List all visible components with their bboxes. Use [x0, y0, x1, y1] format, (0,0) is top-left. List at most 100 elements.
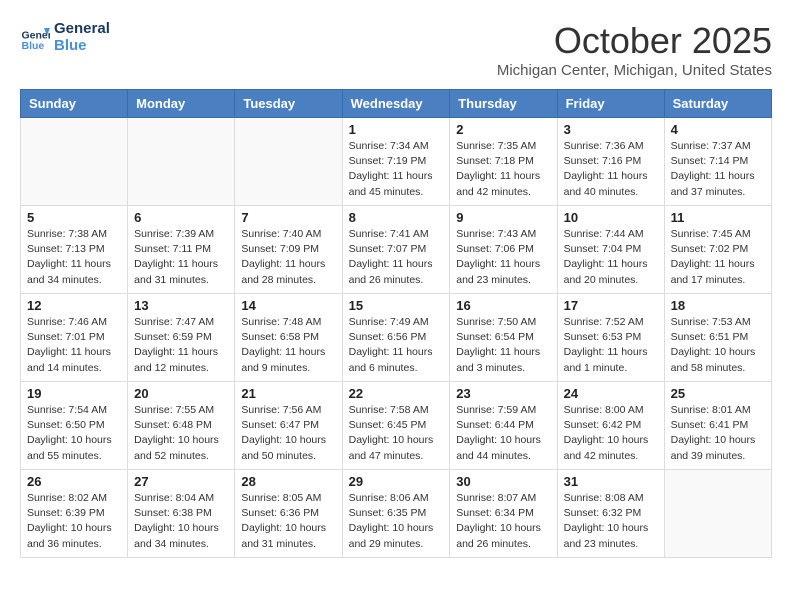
day-number: 26 — [27, 474, 121, 489]
day-detail: Sunrise: 7:46 AM Sunset: 7:01 PM Dayligh… — [27, 315, 121, 376]
day-detail: Sunrise: 8:06 AM Sunset: 6:35 PM Dayligh… — [349, 491, 444, 552]
day-detail: Sunrise: 7:48 AM Sunset: 6:58 PM Dayligh… — [241, 315, 335, 376]
calendar-cell: 5 Sunrise: 7:38 AM Sunset: 7:13 PM Daylig… — [21, 206, 128, 294]
calendar-cell: 7 Sunrise: 7:40 AM Sunset: 7:09 PM Daylig… — [235, 206, 342, 294]
day-number: 11 — [671, 210, 765, 225]
weekday-header-thursday: Thursday — [450, 90, 557, 118]
weekday-header-saturday: Saturday — [664, 90, 771, 118]
calendar-cell: 18 Sunrise: 7:53 AM Sunset: 6:51 PM Dayli… — [664, 294, 771, 382]
day-detail: Sunrise: 8:02 AM Sunset: 6:39 PM Dayligh… — [27, 491, 121, 552]
day-number: 1 — [349, 122, 444, 137]
calendar-cell: 27 Sunrise: 8:04 AM Sunset: 6:38 PM Dayli… — [128, 470, 235, 558]
logo: General Blue General Blue — [20, 20, 110, 54]
calendar-cell: 8Sunrise: 7:41 AM Sunset: 7:07 PM Daylig… — [342, 206, 450, 294]
month-title: October 2025 — [497, 20, 772, 62]
svg-text:Blue: Blue — [22, 40, 45, 52]
day-number: 22 — [349, 386, 444, 401]
day-detail: Sunrise: 7:53 AM Sunset: 6:51 PM Dayligh… — [671, 315, 765, 376]
calendar-cell: 24 Sunrise: 8:00 AM Sunset: 6:42 PM Dayli… — [557, 382, 664, 470]
day-number: 18 — [671, 298, 765, 313]
calendar-cell — [128, 118, 235, 206]
location: Michigan Center, Michigan, United States — [497, 62, 772, 79]
calendar-cell: 11 Sunrise: 7:45 AM Sunset: 7:02 PM Dayli… — [664, 206, 771, 294]
calendar-cell: 22 Sunrise: 7:58 AM Sunset: 6:45 PM Dayli… — [342, 382, 450, 470]
day-detail: Sunrise: 7:37 AM Sunset: 7:14 PM Dayligh… — [671, 139, 765, 200]
day-detail: Sunrise: 7:56 AM Sunset: 6:47 PM Dayligh… — [241, 403, 335, 464]
calendar-cell: 30 Sunrise: 8:07 AM Sunset: 6:34 PM Dayli… — [450, 470, 557, 558]
calendar-table: SundayMondayTuesdayWednesdayThursdayFrid… — [20, 89, 772, 558]
weekday-header-friday: Friday — [557, 90, 664, 118]
day-detail: Sunrise: 7:55 AM Sunset: 6:48 PM Dayligh… — [134, 403, 228, 464]
day-detail: Sunrise: 7:40 AM Sunset: 7:09 PM Dayligh… — [241, 227, 335, 288]
day-number: 13 — [134, 298, 228, 313]
week-row-4: 19 Sunrise: 7:54 AM Sunset: 6:50 PM Dayli… — [21, 382, 772, 470]
logo-line2: Blue — [54, 37, 110, 54]
day-detail: Sunrise: 7:47 AM Sunset: 6:59 PM Dayligh… — [134, 315, 228, 376]
weekday-header-monday: Monday — [128, 90, 235, 118]
day-number: 4 — [671, 122, 765, 137]
calendar-cell — [664, 470, 771, 558]
day-number: 23 — [456, 386, 550, 401]
day-number: 6 — [134, 210, 228, 225]
day-number: 24 — [564, 386, 658, 401]
calendar-cell: 21Sunrise: 7:56 AM Sunset: 6:47 PM Dayli… — [235, 382, 342, 470]
day-detail: Sunrise: 8:00 AM Sunset: 6:42 PM Dayligh… — [564, 403, 658, 464]
day-number: 5 — [27, 210, 121, 225]
calendar-cell: 12 Sunrise: 7:46 AM Sunset: 7:01 PM Dayli… — [21, 294, 128, 382]
day-number: 20 — [134, 386, 228, 401]
day-number: 19 — [27, 386, 121, 401]
day-number: 10 — [564, 210, 658, 225]
weekday-header-wednesday: Wednesday — [342, 90, 450, 118]
day-detail: Sunrise: 7:58 AM Sunset: 6:45 PM Dayligh… — [349, 403, 444, 464]
calendar-cell: 23Sunrise: 7:59 AM Sunset: 6:44 PM Dayli… — [450, 382, 557, 470]
day-number: 12 — [27, 298, 121, 313]
day-detail: Sunrise: 7:38 AM Sunset: 7:13 PM Dayligh… — [27, 227, 121, 288]
day-number: 14 — [241, 298, 335, 313]
logo-line1: General — [54, 20, 110, 37]
calendar-cell: 9 Sunrise: 7:43 AM Sunset: 7:06 PM Daylig… — [450, 206, 557, 294]
day-detail: Sunrise: 7:43 AM Sunset: 7:06 PM Dayligh… — [456, 227, 550, 288]
day-detail: Sunrise: 8:05 AM Sunset: 6:36 PM Dayligh… — [241, 491, 335, 552]
calendar-cell: 28 Sunrise: 8:05 AM Sunset: 6:36 PM Dayli… — [235, 470, 342, 558]
day-number: 15 — [349, 298, 444, 313]
day-detail: Sunrise: 7:54 AM Sunset: 6:50 PM Dayligh… — [27, 403, 121, 464]
day-number: 7 — [241, 210, 335, 225]
day-detail: Sunrise: 7:45 AM Sunset: 7:02 PM Dayligh… — [671, 227, 765, 288]
day-number: 3 — [564, 122, 658, 137]
calendar-cell: 3 Sunrise: 7:36 AM Sunset: 7:16 PM Daylig… — [557, 118, 664, 206]
weekday-header-row: SundayMondayTuesdayWednesdayThursdayFrid… — [21, 90, 772, 118]
day-detail: Sunrise: 7:49 AM Sunset: 6:56 PM Dayligh… — [349, 315, 444, 376]
day-detail: Sunrise: 8:04 AM Sunset: 6:38 PM Dayligh… — [134, 491, 228, 552]
day-number: 16 — [456, 298, 550, 313]
day-detail: Sunrise: 7:35 AM Sunset: 7:18 PM Dayligh… — [456, 139, 550, 200]
day-number: 9 — [456, 210, 550, 225]
day-detail: Sunrise: 7:44 AM Sunset: 7:04 PM Dayligh… — [564, 227, 658, 288]
day-detail: Sunrise: 7:41 AM Sunset: 7:07 PM Dayligh… — [349, 227, 444, 288]
calendar-cell: 13 Sunrise: 7:47 AM Sunset: 6:59 PM Dayli… — [128, 294, 235, 382]
day-number: 27 — [134, 474, 228, 489]
week-row-5: 26 Sunrise: 8:02 AM Sunset: 6:39 PM Dayli… — [21, 470, 772, 558]
day-detail: Sunrise: 8:08 AM Sunset: 6:32 PM Dayligh… — [564, 491, 658, 552]
calendar-cell — [235, 118, 342, 206]
calendar-cell: 29 Sunrise: 8:06 AM Sunset: 6:35 PM Dayli… — [342, 470, 450, 558]
calendar-cell: 4 Sunrise: 7:37 AM Sunset: 7:14 PM Daylig… — [664, 118, 771, 206]
day-detail: Sunrise: 8:07 AM Sunset: 6:34 PM Dayligh… — [456, 491, 550, 552]
week-row-1: 1Sunrise: 7:34 AM Sunset: 7:19 PM Daylig… — [21, 118, 772, 206]
day-number: 29 — [349, 474, 444, 489]
day-detail: Sunrise: 7:52 AM Sunset: 6:53 PM Dayligh… — [564, 315, 658, 376]
week-row-3: 12 Sunrise: 7:46 AM Sunset: 7:01 PM Dayli… — [21, 294, 772, 382]
day-number: 28 — [241, 474, 335, 489]
calendar-cell: 26 Sunrise: 8:02 AM Sunset: 6:39 PM Dayli… — [21, 470, 128, 558]
weekday-header-tuesday: Tuesday — [235, 90, 342, 118]
day-detail: Sunrise: 7:50 AM Sunset: 6:54 PM Dayligh… — [456, 315, 550, 376]
day-number: 30 — [456, 474, 550, 489]
calendar-cell: 14 Sunrise: 7:48 AM Sunset: 6:58 PM Dayli… — [235, 294, 342, 382]
calendar-cell: 20 Sunrise: 7:55 AM Sunset: 6:48 PM Dayli… — [128, 382, 235, 470]
day-detail: Sunrise: 7:36 AM Sunset: 7:16 PM Dayligh… — [564, 139, 658, 200]
weekday-header-sunday: Sunday — [21, 90, 128, 118]
day-number: 17 — [564, 298, 658, 313]
week-row-2: 5 Sunrise: 7:38 AM Sunset: 7:13 PM Daylig… — [21, 206, 772, 294]
day-number: 31 — [564, 474, 658, 489]
calendar-cell: 25Sunrise: 8:01 AM Sunset: 6:41 PM Dayli… — [664, 382, 771, 470]
day-detail: Sunrise: 8:01 AM Sunset: 6:41 PM Dayligh… — [671, 403, 765, 464]
